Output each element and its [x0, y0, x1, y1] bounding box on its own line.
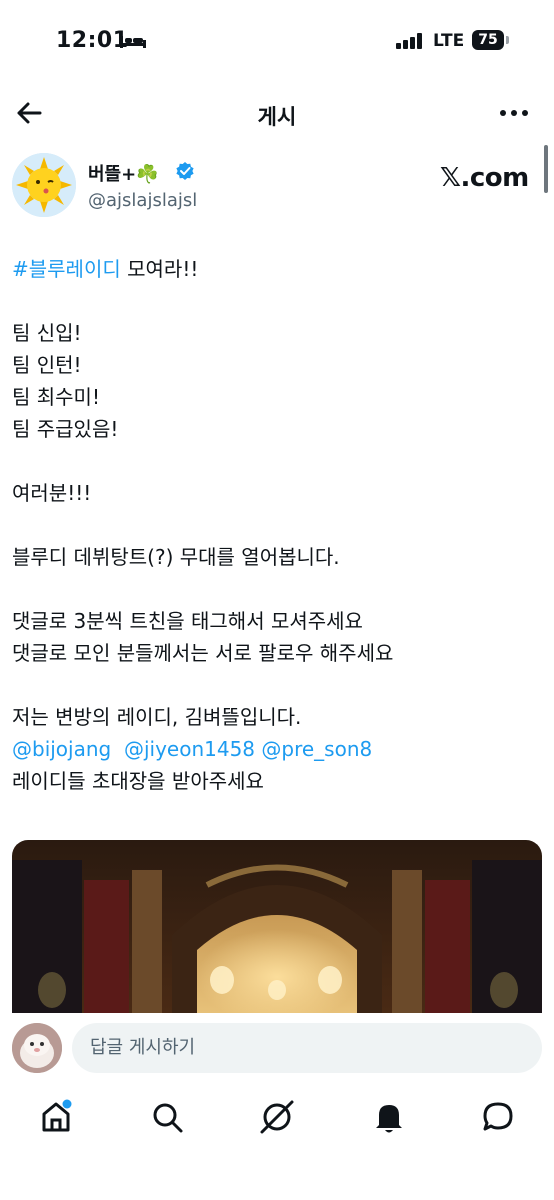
battery-icon: 75: [472, 30, 504, 50]
status-time: 12:01: [56, 28, 129, 53]
cat-avatar-image: [12, 1023, 62, 1073]
home-indicator: [210, 1182, 344, 1187]
search-icon[interactable]: [147, 1097, 187, 1137]
notifications-icon[interactable]: [369, 1097, 409, 1137]
tweet-line: #블루레이디 모여라!!: [12, 253, 542, 285]
tweet-line: 팀 최수미!: [12, 385, 100, 409]
tweet-line: 여러분!!!: [12, 481, 92, 505]
cellular-signal-icon: [396, 33, 424, 49]
battery-level: 75: [478, 32, 498, 48]
scrollbar[interactable]: [544, 145, 548, 193]
author-handle[interactable]: @ajslajslajsl: [88, 190, 197, 211]
hashtag-link[interactable]: #블루레이디: [12, 257, 121, 281]
mentions-line: @bijojang @jiyeon1458 @pre_son8: [12, 733, 542, 765]
post-header: 게시: [0, 88, 554, 140]
messages-icon[interactable]: [478, 1097, 518, 1137]
x-com-source-label: 𝕏.com: [440, 163, 529, 193]
home-icon[interactable]: [36, 1097, 76, 1137]
status-bar: 12:01 LTE 75: [0, 0, 554, 80]
author-avatar[interactable]: [12, 153, 76, 217]
tweet-line: 팀 주급있음!: [12, 417, 119, 441]
tweet-media-image[interactable]: [12, 840, 542, 1015]
tweet-text-fragment: 모여라!!: [120, 257, 199, 281]
sun-avatar-image: [12, 153, 76, 217]
grok-icon[interactable]: [257, 1097, 297, 1137]
mention-link[interactable]: @bijojang: [12, 737, 111, 761]
palace-hall-photo: [12, 840, 542, 1015]
network-type: LTE: [433, 31, 465, 51]
bottom-nav: [0, 1085, 554, 1155]
reply-bar: 답글 게시하기: [0, 1013, 554, 1085]
tweet-line: 레이디들 초대장을 받아주세요: [12, 769, 264, 793]
author-name[interactable]: 버뜰+☘️: [88, 160, 159, 186]
mention-link[interactable]: @pre_son8: [261, 737, 372, 761]
my-avatar[interactable]: [12, 1023, 62, 1073]
tweet-text: #블루레이디 모여라!! 팀 신입! 팀 인턴! 팀 최수미! 팀 주급있음! …: [12, 253, 542, 797]
tweet-line: 팀 신입!: [12, 321, 82, 345]
tweet-line: 블루디 데뷔탕트(?) 무대를 열어봅니다.: [12, 545, 340, 569]
notification-dot: [62, 1099, 72, 1109]
more-options-icon[interactable]: [500, 110, 528, 118]
battery-nub: [506, 36, 509, 44]
verified-badge-icon: [176, 162, 194, 180]
tweet-line: 댓글로 3분씩 트친을 태그해서 모셔주세요: [12, 609, 363, 633]
page-title: 게시: [257, 105, 297, 129]
tweet-line: 팀 인턴!: [12, 353, 82, 377]
tweet-line: 댓글로 모인 분들께서는 서로 팔로우 해주세요: [12, 641, 394, 665]
sleep-focus-icon: [120, 36, 146, 48]
mention-link[interactable]: @jiyeon1458: [124, 737, 255, 761]
tweet-line: 저는 변방의 레이디, 김벼뜰입니다.: [12, 705, 302, 729]
reply-input[interactable]: 답글 게시하기: [72, 1023, 542, 1073]
